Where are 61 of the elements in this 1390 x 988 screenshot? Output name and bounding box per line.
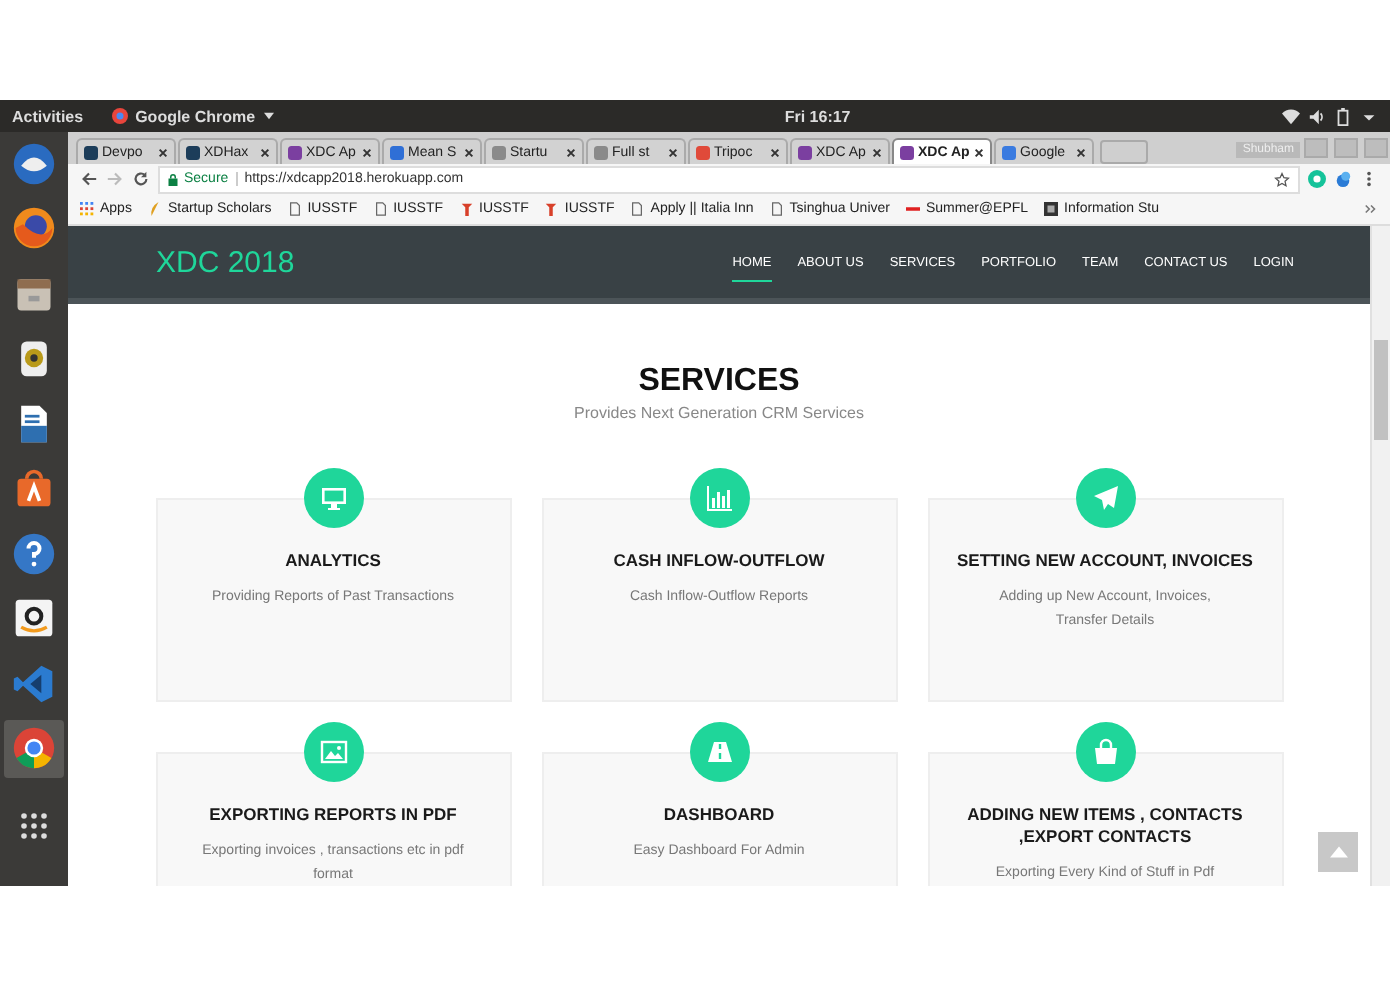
battery-icon[interactable] <box>1334 107 1352 125</box>
lock-icon <box>168 173 178 185</box>
app-grid-icon[interactable] <box>20 812 48 840</box>
volume-icon[interactable] <box>1308 107 1326 125</box>
browser-icon <box>12 206 56 251</box>
image-icon <box>319 738 347 766</box>
feather-icon <box>147 202 162 216</box>
bar-chart-icon <box>705 484 733 512</box>
bookmark-icon <box>1044 202 1059 216</box>
reload-icon[interactable] <box>132 170 150 188</box>
logo-icon <box>544 202 559 216</box>
app-menu[interactable]: Google Chrome <box>135 107 256 125</box>
caret-icon <box>263 112 274 120</box>
close-icon[interactable] <box>464 147 474 157</box>
close-icon[interactable] <box>770 147 780 157</box>
help-icon <box>12 531 56 576</box>
card-title: CASH INFLOW-OUTFLOW <box>613 550 825 572</box>
page-icon <box>373 202 388 216</box>
browser-icon <box>12 726 56 771</box>
star-icon[interactable] <box>1274 171 1290 187</box>
apps-grid-icon <box>80 202 94 216</box>
monitor-icon <box>319 484 347 512</box>
back-icon[interactable] <box>80 170 98 188</box>
scrollbar-thumb[interactable] <box>1374 340 1388 440</box>
extension-icon[interactable] <box>1334 170 1352 188</box>
close-icon[interactable] <box>260 147 270 157</box>
caret-icon <box>1329 846 1347 858</box>
close-icon[interactable] <box>1076 147 1086 157</box>
page-icon <box>287 202 302 216</box>
shop-icon <box>12 596 56 641</box>
wifi-icon[interactable] <box>1282 107 1300 125</box>
close-icon[interactable] <box>566 147 576 157</box>
close-icon[interactable] <box>362 147 372 157</box>
shopping-bag-icon <box>1091 738 1119 766</box>
close-icon[interactable] <box>974 147 984 157</box>
more-bookmarks-icon[interactable] <box>1364 202 1378 216</box>
clock[interactable]: Fri 16:17 <box>704 107 851 125</box>
shopping-bag-icon <box>12 466 56 511</box>
card-title: DASHBOARD <box>663 804 775 826</box>
card-title: ANALYTICS <box>285 550 381 572</box>
section-title: SERVICES <box>638 362 800 402</box>
card-title: SETTING NEW ACCOUNT, INVOICES <box>957 550 1253 572</box>
code-editor-icon <box>12 661 56 706</box>
card-title: ADDING NEW ITEMS , CONTACTS ,EXPORT CONTACTS <box>965 804 1245 848</box>
site-logo[interactable]: XDC 2018 <box>156 245 295 279</box>
section-subtitle: Provides Next Generation CRM Services <box>574 402 864 426</box>
page-icon <box>769 202 784 216</box>
card-title: EXPORTING REPORTS IN PDF <box>209 804 457 826</box>
activities-button[interactable]: Activities <box>12 107 84 125</box>
dock-item[interactable] <box>4 719 64 778</box>
paper-plane-icon <box>1091 484 1119 512</box>
close-icon[interactable] <box>158 147 168 157</box>
logo-icon <box>459 202 473 216</box>
flag-icon <box>905 202 920 216</box>
page-icon <box>630 202 645 216</box>
mail-icon <box>12 141 56 186</box>
scrollbar[interactable] <box>1370 226 1390 886</box>
road-icon <box>705 738 733 766</box>
close-icon[interactable] <box>668 147 678 157</box>
close-icon[interactable] <box>872 147 882 157</box>
browser-icon <box>111 108 128 124</box>
